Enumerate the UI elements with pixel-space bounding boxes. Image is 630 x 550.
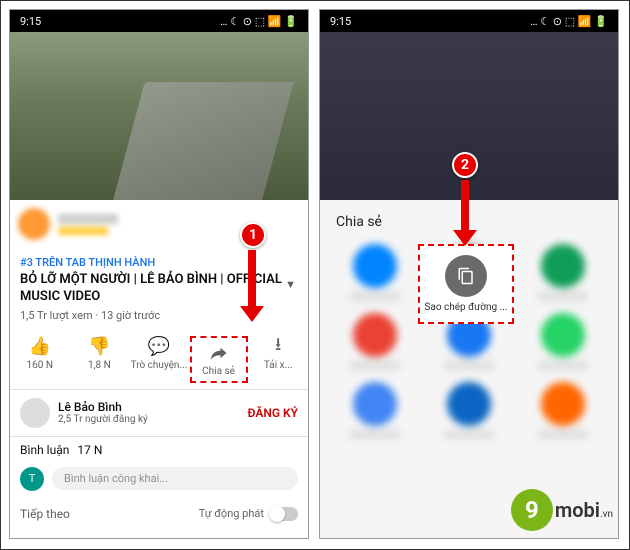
chat-icon: 💬 [148,336,170,358]
action-bar: 👍 160 N 👎 1,8 N 💬 Trò chuyện... Chia sẻ … [10,330,308,390]
annotation-marker-2: 2 [452,152,478,178]
watermark-number: 9 [511,489,553,531]
copy-link-option[interactable]: Sao chép đường ... [418,244,514,324]
share-option[interactable] [518,313,608,370]
thumbs-down-icon: 👎 [88,336,110,358]
blurred-text [58,214,118,224]
share-option[interactable] [330,313,420,370]
copy-icon [445,255,487,297]
share-option[interactable] [518,244,608,301]
watermark-text: mobi [555,498,600,522]
phone-screen-left: 9:15 … ☾ ⊙ ⬚ 📶 🔋 #3 TRÊN TAB THỊNH HÀNH … [9,9,309,539]
share-option[interactable] [330,382,420,439]
channel-subscribe-row[interactable]: Lê Bảo Bình 2,5 Tr người đăng ký ĐĂNG KÝ [10,390,308,437]
status-icons: … ☾ ⊙ ⬚ 📶 🔋 [530,15,608,28]
share-icon [209,342,229,364]
share-option[interactable] [330,244,420,301]
thumbs-up-icon: 👍 [29,336,51,358]
up-next-row: Tiếp theo Tự động phát [10,499,308,529]
annotation-marker-1: 1 [240,222,266,248]
up-next-label: Tiếp theo [20,507,70,521]
annotation-arrow-2 [453,180,477,246]
blurred-text [58,227,108,235]
copy-link-label: Sao chép đường ... [424,302,507,313]
status-time: 9:15 [330,15,351,28]
share-sheet: Chia sẻ Sao chép đường ... [320,200,618,538]
chevron-down-icon[interactable]: ▼ [285,278,296,291]
subscribe-button[interactable]: ĐĂNG KÝ [247,406,298,420]
dislike-button[interactable]: 👎 1,8 N [70,336,128,383]
watermark-logo: 9 mobi.vn [511,489,613,531]
avatar [18,208,50,240]
autoplay-toggle[interactable] [270,507,298,521]
video-player[interactable] [10,32,308,200]
status-bar: 9:15 … ☾ ⊙ ⬚ 📶 🔋 [10,10,308,32]
chat-button[interactable]: 💬 Trò chuyện... [130,336,188,383]
comment-input-row: T Bình luận công khai... [10,463,308,499]
channel-name: Lê Bảo Bình [58,400,239,414]
download-button[interactable]: ⭳ Tải x... [249,336,307,383]
share-button[interactable]: Chia sẻ [190,336,248,383]
comments-header[interactable]: Bình luận 17 N [10,437,308,463]
channel-avatar [20,398,50,428]
status-icons: … ☾ ⊙ ⬚ 📶 🔋 [220,15,298,28]
download-icon: ⭳ [275,336,281,358]
annotation-arrow-1 [240,250,264,322]
user-avatar: T [20,467,44,491]
subscriber-count: 2,5 Tr người đăng ký [58,414,239,425]
share-option[interactable] [424,382,514,439]
autoplay-label: Tự động phát [199,507,264,520]
comment-input[interactable]: Bình luận công khai... [52,467,298,490]
phone-screen-right: 9:15 … ☾ ⊙ ⬚ 📶 🔋 Chia sẻ [319,9,619,539]
like-button[interactable]: 👍 160 N [11,336,69,383]
status-bar: 9:15 … ☾ ⊙ ⬚ 📶 🔋 [320,10,618,32]
share-option[interactable] [518,382,608,439]
status-time: 9:15 [20,15,41,28]
